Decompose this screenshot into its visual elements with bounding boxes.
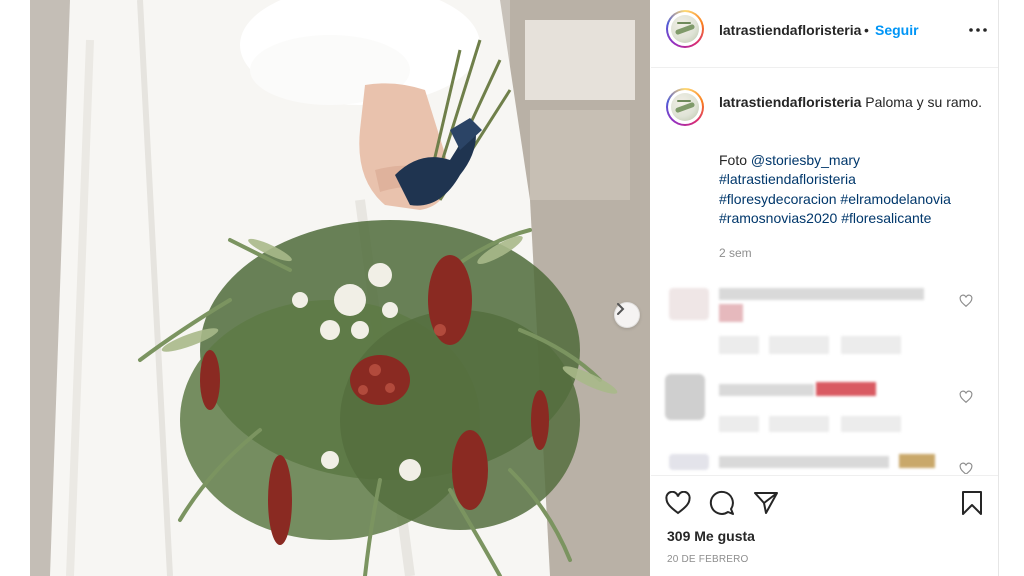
chevron-right-icon (617, 303, 625, 315)
heart-icon (665, 491, 691, 515)
next-photo-button[interactable] (614, 302, 640, 328)
instagram-post: latrastiendafloristeria • Seguir latrast… (30, 0, 999, 576)
blurred-avatar (669, 454, 709, 470)
caption-body: Paloma y su ramo. (865, 94, 982, 110)
caption-timestamp: 2 sem (719, 246, 752, 260)
blurred-text (719, 336, 759, 354)
blurred-avatar (665, 374, 705, 420)
post-actions: 309 Me gusta 20 DE FEBRERO (651, 475, 998, 576)
post-sidebar: latrastiendafloristeria • Seguir latrast… (651, 0, 998, 576)
credit-mention-link[interactable]: @storiesby_mary (751, 152, 860, 168)
photo-credit: Foto @storiesby_mary (719, 151, 984, 171)
blurred-text (816, 382, 876, 396)
caption-username[interactable]: latrastiendafloristeria (719, 94, 861, 110)
header-username[interactable]: latrastiendafloristeria (719, 22, 861, 38)
blurred-text (719, 304, 743, 322)
hashtag-link[interactable]: #floresydecoracion (719, 191, 837, 207)
bookmark-icon (962, 491, 982, 515)
post-image[interactable] (30, 0, 650, 576)
post-header: latrastiendafloristeria • Seguir (651, 0, 998, 68)
hashtag-link[interactable]: #ramosnovias2020 (719, 210, 837, 226)
blurred-text (769, 416, 829, 432)
follow-button[interactable]: Seguir (875, 22, 919, 38)
hashtag-link[interactable]: #floresalicante (841, 210, 931, 226)
caption-avatar[interactable] (666, 88, 704, 126)
blurred-comment (651, 452, 998, 474)
post-date[interactable]: 20 DE FEBRERO (667, 554, 749, 565)
heart-icon[interactable] (959, 462, 973, 474)
more-options-icon (969, 28, 987, 32)
more-options-button[interactable] (966, 18, 990, 42)
comments-section[interactable]: latrastiendafloristeria Paloma y su ramo… (651, 68, 998, 474)
blurred-comment (651, 368, 998, 448)
caption-text: latrastiendafloristeria Paloma y su ramo… (719, 93, 984, 112)
share-button[interactable] (751, 488, 781, 518)
blurred-text (719, 456, 889, 468)
like-count[interactable]: 309 Me gusta (667, 528, 755, 544)
comment-button[interactable] (707, 488, 737, 518)
comment-icon (709, 490, 734, 515)
heart-icon[interactable] (959, 390, 973, 404)
blurred-text (841, 416, 901, 432)
hashtags: #latrastiendafloristeria #floresydecorac… (719, 170, 984, 229)
bouquet-photo (30, 0, 650, 576)
separator-dot: • (864, 22, 869, 38)
blurred-text (719, 288, 924, 300)
blurred-comment (651, 284, 998, 364)
like-button[interactable] (663, 488, 693, 518)
save-button[interactable] (957, 488, 987, 518)
hashtag-link[interactable]: #latrastiendafloristeria (719, 171, 856, 187)
share-icon (754, 492, 778, 514)
heart-icon[interactable] (959, 294, 973, 308)
blurred-avatar (669, 288, 709, 320)
credit-prefix: Foto (719, 152, 748, 168)
hashtag-link[interactable]: #elramodelanovia (840, 191, 951, 207)
blurred-text (841, 336, 901, 354)
blurred-text (899, 454, 935, 468)
blurred-text (769, 336, 829, 354)
avatar[interactable] (666, 10, 704, 48)
blurred-text (719, 384, 814, 396)
blurred-text (719, 416, 759, 432)
